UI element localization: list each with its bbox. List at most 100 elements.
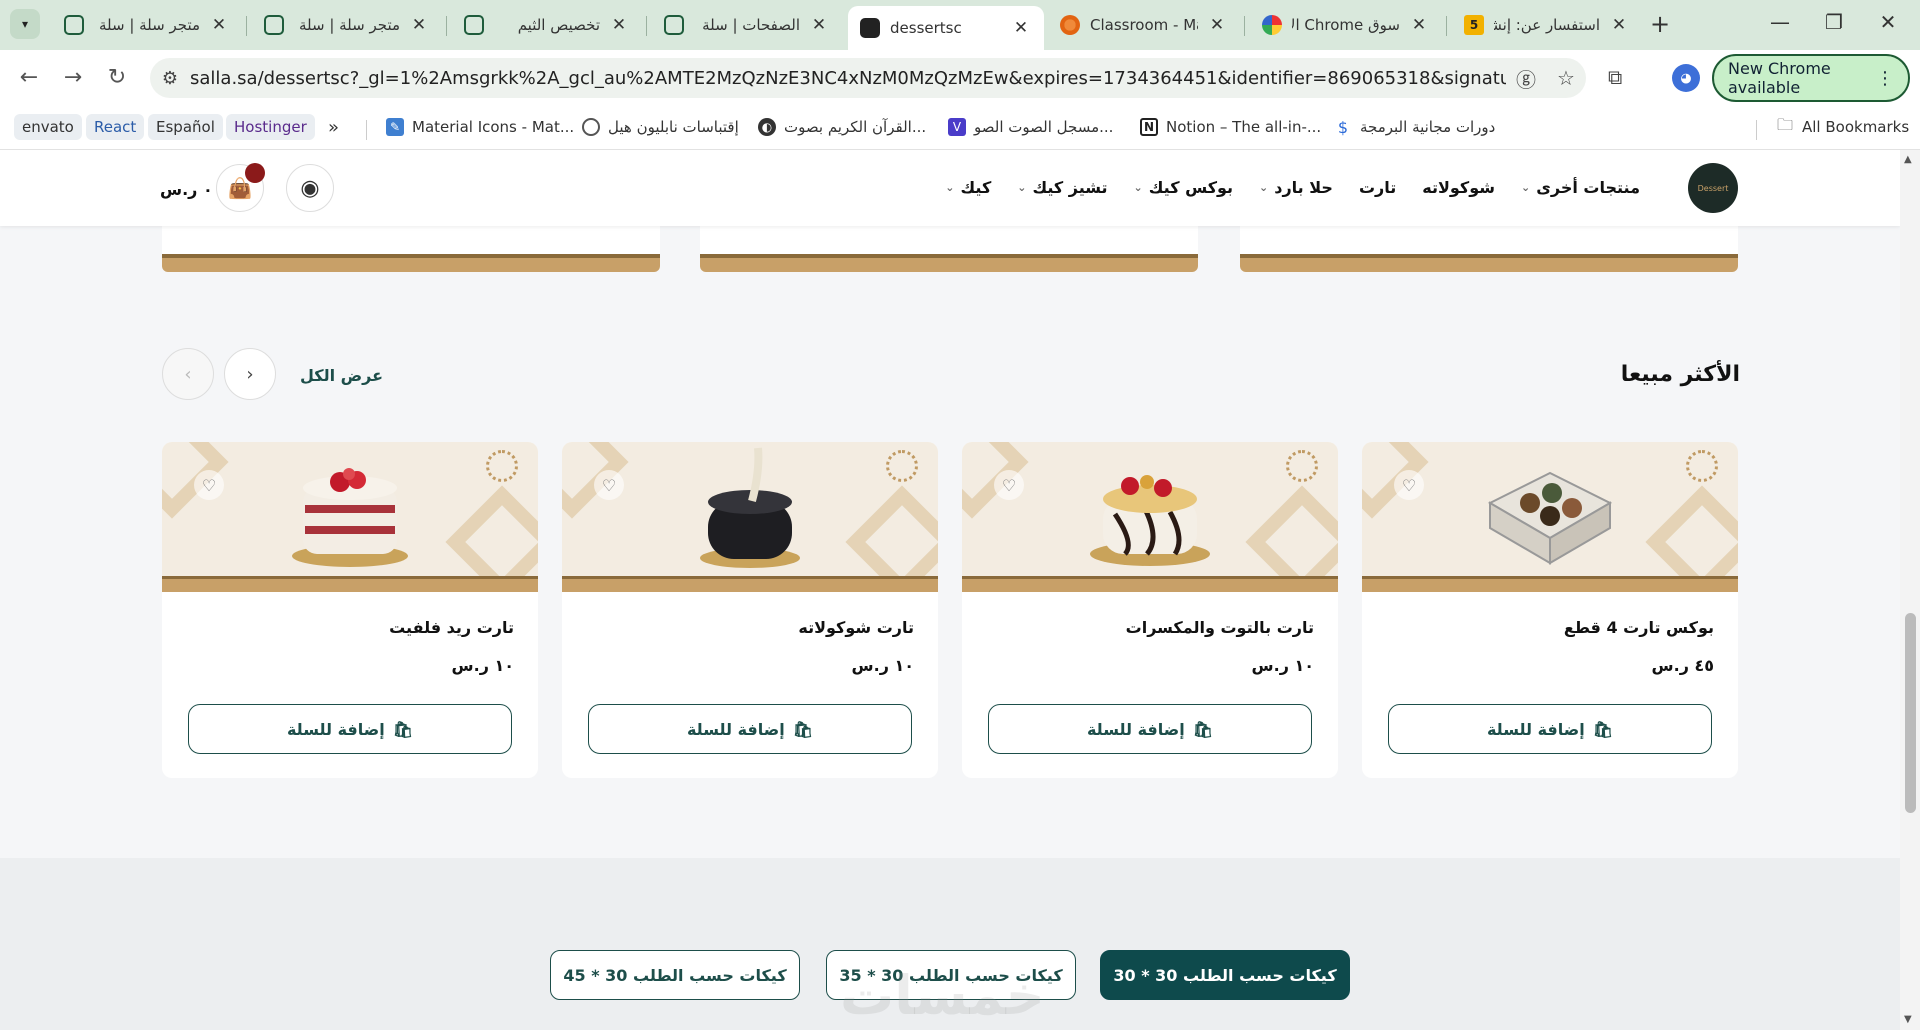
page-viewport: Dessert كيك ⌄ تشيز كيك ⌄ بوكس كيك ⌄ حلا بار… [0,150,1900,1030]
menu-item-cake[interactable]: كيك ⌄ [945,178,991,197]
bookmark-voice-recorder[interactable]: V مسجل الصوت الصو... [940,114,1113,140]
browser-tab[interactable]: الصفحات | سلة ✕ [652,8,842,42]
product-name[interactable]: تارت بالتوت والمكسرات [1126,618,1314,637]
product-name[interactable]: تارت ريد فلفيت [389,618,514,637]
size-tab-30x45[interactable]: كيكات حسب الطلب 30 * 45 [550,950,800,1000]
restore-icon[interactable]: ❐ [1814,10,1854,34]
chevron-down-icon: ⌄ [945,181,955,194]
browser-tab[interactable]: 5 استفسار عن: إنشا ✕ [1452,8,1642,42]
cart-button[interactable]: 👜 [216,163,265,212]
watermark: خمسات [840,964,1045,1027]
account-button[interactable]: ◉ [286,164,334,212]
store-logo[interactable]: Dessert [1688,163,1738,213]
browser-tab-active[interactable]: dessertsc ✕ [848,6,1044,50]
slider-prev-button[interactable]: ‹ [162,348,214,400]
heart-icon[interactable]: ♡ [994,470,1024,500]
close-icon[interactable]: ✕ [1408,15,1430,35]
bookmark-napoleon-hill[interactable]: إقتباسات نابليون هيل [574,114,739,140]
bookmark-material-icons[interactable]: ✎ Material Icons - Mat... [378,114,574,140]
tab-label: كيكات حسب الطلب 30 * 45 [563,965,787,985]
flower-logo-icon [1686,450,1718,482]
close-icon[interactable]: ✕ [208,15,230,35]
url-text[interactable]: salla.sa/dessertsc?_gl=1%2Amsgrkk%2A_gcl… [190,68,1506,89]
product-image[interactable]: ♡ [162,442,538,592]
close-icon[interactable]: ✕ [408,15,430,35]
browser-tab[interactable]: Classroom - Mar ✕ [1048,8,1240,42]
flower-logo-icon [886,450,918,482]
close-icon[interactable]: ✕ [1608,15,1630,35]
browser-tab[interactable]: متجر سلة | سلة ✕ [252,8,442,42]
shopping-bag-icon: 🛍 [792,719,814,739]
scroll-down-icon[interactable]: ▼ [1904,1014,1912,1025]
reload-icon[interactable]: ↻ [102,65,132,90]
bookmark-espanol[interactable]: Español [148,114,223,140]
menu-item-other-products[interactable]: منتجات أخرى ⌄ [1521,178,1640,197]
bookmark-free-courses[interactable]: $ دورات مجانية البرمجة [1326,114,1495,140]
chevron-down-icon: ⌄ [1520,181,1531,194]
browser-tab[interactable]: متجر سلة | سلة ✕ [52,8,242,42]
menu-item-chocolate[interactable]: شوكولاته [1422,178,1495,197]
bookmark-star-icon[interactable]: ☆ [1546,66,1586,90]
add-to-cart-button[interactable]: 🛍 إضافة للسلة [1388,704,1712,754]
product-card[interactable]: ♡ تارت بالتوت والمكسرات ١٠ ر.س 🛍 إضافة ل… [962,442,1338,778]
product-card[interactable]: ♡ تارت شوكولاته ١٠ ر.س 🛍 إضافة للسلة [562,442,938,778]
bookmarks-overflow-icon[interactable]: » [328,114,339,140]
browser-tab[interactable]: سوق Chrome الإ ✕ [1250,8,1442,42]
tab-title: dessertsc [890,19,962,37]
product-card[interactable]: ♡ بوكس تارت 4 قطع ٤٥ ر.س 🛍 إضافة للسلة [1362,442,1738,778]
tab-search-chevron-icon[interactable]: ▾ [10,9,40,39]
product-image[interactable]: ♡ [1362,442,1738,592]
add-to-cart-button[interactable]: 🛍 إضافة للسلة [588,704,912,754]
menu-item-tart[interactable]: تارت [1359,178,1396,197]
scroll-up-icon[interactable]: ▲ [1904,154,1912,165]
menu-item-box-cake[interactable]: بوكس كيك ⌄ [1134,178,1233,197]
site-settings-icon[interactable]: ⚙ [150,68,190,89]
minimize-icon[interactable]: — [1760,10,1800,34]
translate-icon[interactable]: ⓖ [1506,64,1546,93]
button-label: إضافة للسلة [1486,719,1585,739]
new-chrome-available-button[interactable]: New Chrome available ⋮ [1712,54,1910,102]
globe-icon: ◐ [758,118,776,136]
bookmark-hostinger[interactable]: Hostinger [226,114,315,140]
profile-avatar-icon[interactable]: ◕ [1672,64,1700,92]
forward-arrow-icon[interactable]: → [58,65,88,90]
close-icon[interactable]: ✕ [1010,18,1032,38]
browser-tab[interactable]: تخصيص الثيم ✕ [452,8,642,42]
slider-next-button[interactable]: › [224,348,276,400]
menu-item-cheesecake[interactable]: تشيز كيك ⌄ [1017,178,1107,197]
image-baseline [962,576,1338,592]
brand-mark [884,450,920,494]
heart-icon[interactable]: ♡ [594,470,624,500]
product-image[interactable]: ♡ [962,442,1338,592]
window-close-icon[interactable]: ✕ [1868,10,1908,34]
view-all-link[interactable]: عرض الكل [300,366,383,385]
all-bookmarks[interactable]: 🗀 All Bookmarks [1768,114,1909,140]
address-bar[interactable]: ⚙ salla.sa/dessertsc?_gl=1%2Amsgrkk%2A_g… [150,58,1586,98]
heart-icon[interactable]: ♡ [194,470,224,500]
back-arrow-icon[interactable]: ← [14,65,44,90]
menu-item-cold-dessert[interactable]: حلا بارد ⌄ [1259,178,1333,197]
product-name[interactable]: تارت شوكولاته [798,618,914,637]
image-baseline [562,576,938,592]
bookmark-envato[interactable]: envato [14,114,82,140]
scrollbar-thumb[interactable] [1905,613,1916,813]
heart-icon[interactable]: ♡ [1394,470,1424,500]
bookmark-react[interactable]: React [86,114,145,140]
extensions-puzzle-icon[interactable]: ⧉ [1608,65,1622,89]
section-title: الأكثر مبيعا [1620,362,1740,387]
page-scrollbar[interactable]: ▲ ▼ [1900,150,1920,1030]
bookmark-label: Material Icons - Mat... [412,118,575,136]
product-card[interactable]: ♡ تارت ريد فلفيت ١٠ ر.س 🛍 إضافة للسلة [162,442,538,778]
product-name[interactable]: بوكس تارت 4 قطع [1564,618,1714,637]
shopping-bag-icon: 🛍 [1192,719,1214,739]
close-icon[interactable]: ✕ [1206,15,1228,35]
new-tab-plus-icon[interactable]: + [1650,10,1670,38]
close-icon[interactable]: ✕ [608,15,630,35]
bookmark-notion[interactable]: N Notion – The all-in-... [1132,114,1321,140]
add-to-cart-button[interactable]: 🛍 إضافة للسلة [188,704,512,754]
product-image[interactable]: ♡ [562,442,938,592]
add-to-cart-button[interactable]: 🛍 إضافة للسلة [988,704,1312,754]
size-tab-30x30[interactable]: كيكات حسب الطلب 30 * 30 [1100,950,1350,1000]
close-icon[interactable]: ✕ [808,15,830,35]
bookmark-quran[interactable]: ◐ القرآن الكريم بصوت... [750,114,926,140]
